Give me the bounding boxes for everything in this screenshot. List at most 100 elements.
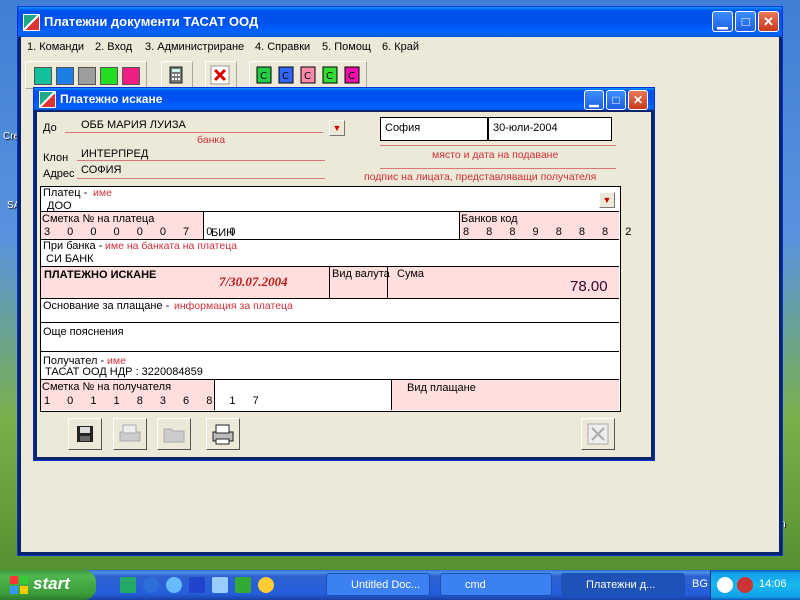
col-divider [391, 380, 392, 410]
payer-account-label: Сметка № на платеца [42, 213, 155, 225]
color-button-blue[interactable] [56, 67, 74, 85]
bank-code-label: Банков код [461, 213, 518, 225]
document-green-icon[interactable]: C [320, 65, 340, 85]
bank-name-value[interactable]: ОББ МАРИЯ ЛУИЗА [81, 119, 186, 131]
main-titlebar[interactable]: Платежни документи ТАСАТ ООД ▁ □ ✕ [18, 7, 782, 37]
dialog-close-button[interactable]: ✕ [628, 90, 648, 110]
word-icon[interactable] [189, 577, 205, 593]
dialog-minimize-button[interactable]: ▁ [584, 90, 604, 110]
print-button[interactable] [206, 418, 240, 450]
recipient-value[interactable]: ТАСАТ ООД НДР : 3220084859 [45, 366, 203, 378]
bin-label: БИН [211, 227, 235, 239]
floppy-icon [77, 426, 93, 442]
place-date-hint: място и дата на подаване [432, 149, 559, 161]
start-button[interactable]: start [0, 570, 96, 600]
row-divider [41, 298, 619, 299]
excel-icon[interactable] [120, 577, 136, 593]
col-divider [329, 267, 330, 298]
close-button[interactable]: ✕ [758, 11, 779, 32]
signature-underline [380, 168, 616, 169]
menu-administration[interactable]: 3. Администриране [145, 41, 244, 53]
doc-number[interactable]: 7/30.07.2004 [219, 274, 288, 290]
app-icon [23, 14, 40, 31]
menu-reports[interactable]: 4. Справки [255, 41, 310, 53]
cancel-button[interactable] [581, 418, 615, 450]
windows-logo-icon [10, 576, 28, 594]
delete-x-icon[interactable] [210, 65, 230, 85]
menu-exit[interactable]: 6. Край [382, 41, 419, 53]
security-icon[interactable] [737, 577, 753, 593]
dialog-maximize-button[interactable]: □ [606, 90, 626, 110]
open-button[interactable] [157, 418, 191, 450]
excel-icon[interactable] [235, 577, 251, 593]
close-x-icon [587, 423, 609, 445]
color-button-gray[interactable] [78, 67, 96, 85]
dialog-title: Платежно искане [60, 92, 163, 106]
address-value[interactable]: СОФИЯ [81, 164, 121, 176]
browser-icon[interactable] [166, 577, 182, 593]
media-icon[interactable] [258, 577, 274, 593]
menu-login[interactable]: 2. Вход [95, 41, 132, 53]
window-icon[interactable] [212, 577, 228, 593]
col-divider [459, 212, 460, 239]
bank-hint: банка [197, 134, 226, 146]
minimize-button[interactable]: ▁ [712, 11, 733, 32]
svg-text:C: C [282, 71, 289, 82]
task-label: cmd [465, 579, 486, 591]
delete-group [205, 61, 237, 89]
menu-help[interactable]: 5. Помощ [322, 41, 371, 53]
language-indicator[interactable]: BG [692, 578, 708, 590]
basis-label: Основание за плащане - [43, 300, 170, 312]
menu-commands[interactable]: 1. Команди [27, 41, 84, 53]
amount-label: Сума [397, 268, 425, 280]
bank-code-value: 8 8 8 9 8 8 8 2 [463, 226, 639, 238]
calculator-icon[interactable] [166, 65, 186, 85]
at-bank-label: При банка - [43, 240, 103, 252]
payer-label: Платец - [43, 187, 88, 199]
taskbar: start Untitled Doc... cmd Платежни д... … [0, 570, 800, 600]
document-green-icon[interactable]: C [254, 65, 274, 85]
calc-group [161, 61, 193, 89]
payer-dropdown-icon[interactable]: ▼ [599, 192, 615, 208]
task-untitled-doc[interactable]: Untitled Doc... [326, 573, 430, 596]
col-divider [203, 212, 204, 239]
bank-underline [65, 132, 323, 133]
color-group [25, 61, 147, 89]
recipient-account-value: 1 0 1 1 8 3 6 8 1 7 [44, 395, 266, 407]
document-pink-icon[interactable]: C [298, 65, 318, 85]
address-label: Адрес [43, 168, 75, 180]
address-underline [77, 178, 325, 179]
branch-value[interactable]: ИНТЕРПРЕД [81, 148, 148, 160]
amount-value[interactable]: 78.00 [570, 278, 608, 295]
payment-dialog: Платежно искане ▁ □ ✕ До ОББ МАРИЯ ЛУИЗА… [33, 87, 655, 461]
recipient-account-label: Сметка № на получателя [42, 381, 172, 393]
dialog-client: До ОББ МАРИЯ ЛУИЗА ▼ банка Клон ИНТЕРПРЕ… [37, 112, 651, 457]
printer-icon [212, 424, 234, 445]
dialog-titlebar[interactable]: Платежно искане ▁ □ ✕ [34, 88, 654, 110]
at-bank-value[interactable]: СИ БАНК [46, 253, 94, 265]
document-magenta-icon[interactable]: C [342, 65, 362, 85]
svg-text:C: C [304, 71, 311, 82]
bank-dropdown-icon[interactable]: ▼ [329, 120, 345, 136]
tray-arrow-icon[interactable] [717, 577, 733, 593]
save-button[interactable] [68, 418, 102, 450]
ie-icon[interactable] [143, 577, 159, 593]
currency-label: Вид валута [332, 268, 390, 280]
color-button-teal[interactable] [34, 67, 52, 85]
system-tray: 14:06 [710, 570, 800, 600]
place-date-underline [380, 145, 616, 146]
print-preview-button[interactable] [113, 418, 147, 450]
place-field[interactable]: София [380, 117, 488, 141]
clock[interactable]: 14:06 [759, 578, 787, 590]
color-button-green[interactable] [100, 67, 118, 85]
maximize-button[interactable]: □ [735, 11, 756, 32]
color-button-pink[interactable] [122, 67, 140, 85]
task-payment-docs[interactable]: Платежни д... [561, 573, 685, 596]
basis-hint: информация за платеца [174, 300, 293, 312]
date-field[interactable]: 30-юли-2004 [488, 117, 612, 141]
document-blue-icon[interactable]: C [276, 65, 296, 85]
task-cmd[interactable]: cmd [440, 573, 552, 596]
col-divider [214, 380, 215, 410]
date-value: 30-юли-2004 [493, 122, 558, 134]
branch-underline [77, 160, 325, 161]
